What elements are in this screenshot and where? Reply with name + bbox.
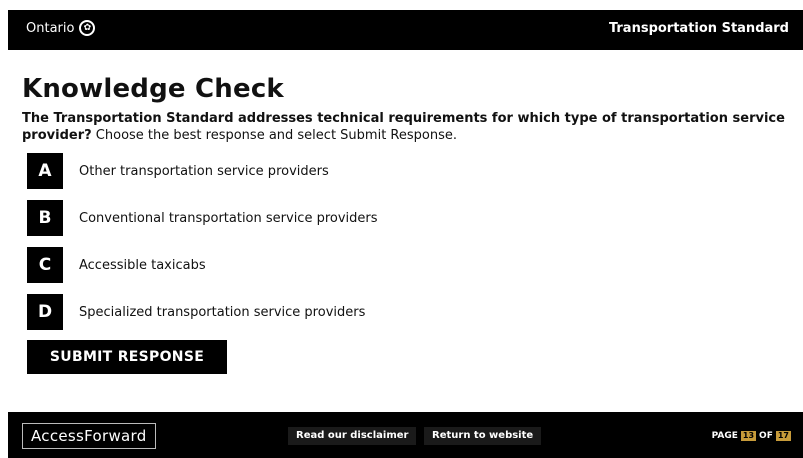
option-d[interactable]: D Specialized transportation service pro… <box>22 293 792 331</box>
option-a[interactable]: A Other transportation service providers <box>22 152 792 190</box>
footer-bar: AccessForward Read our disclaimer Return… <box>8 412 803 458</box>
top-bar: Ontario ✿ Transportation Standard <box>8 10 803 50</box>
page-current: 13 <box>740 431 757 441</box>
option-c[interactable]: C Accessible taxicabs <box>22 246 792 284</box>
option-letter-a[interactable]: A <box>27 153 63 189</box>
page-title: Knowledge Check <box>22 74 284 104</box>
page-total: 17 <box>775 431 791 441</box>
page-of: OF <box>759 431 773 441</box>
question-instruction: Choose the best response and select Subm… <box>95 128 457 143</box>
trillium-logo-icon: ✿ <box>79 20 96 36</box>
option-letter-b[interactable]: B <box>27 200 63 236</box>
page-prefix: PAGE <box>711 431 738 441</box>
option-text-d[interactable]: Specialized transportation service provi… <box>79 305 365 320</box>
accessforward-logo[interactable]: AccessForward <box>22 423 156 449</box>
brand-name: Ontario <box>26 20 75 36</box>
ontario-brand[interactable]: Ontario ✿ <box>26 20 96 36</box>
submit-response-button[interactable]: SUBMIT RESPONSE <box>27 340 227 374</box>
option-text-a[interactable]: Other transportation service providers <box>79 164 329 179</box>
option-letter-c[interactable]: C <box>27 247 63 283</box>
option-b[interactable]: B Conventional transportation service pr… <box>22 199 792 237</box>
option-letter-d[interactable]: D <box>27 294 63 330</box>
app-frame: Ontario ✿ Transportation Standard Knowle… <box>8 10 803 458</box>
course-title: Transportation Standard <box>608 21 789 36</box>
option-text-c[interactable]: Accessible taxicabs <box>79 258 206 273</box>
page-indicator: PAGE 13 OF 17 <box>712 431 791 441</box>
main-content: Knowledge Check The Transportation Stand… <box>22 74 792 374</box>
option-text-b[interactable]: Conventional transportation service prov… <box>79 211 378 226</box>
question-text: The Transportation Standard addresses te… <box>22 110 792 144</box>
return-to-website-button[interactable]: Return to website <box>424 427 542 445</box>
disclaimer-button[interactable]: Read our disclaimer <box>288 427 417 445</box>
answer-options: A Other transportation service providers… <box>22 152 792 331</box>
